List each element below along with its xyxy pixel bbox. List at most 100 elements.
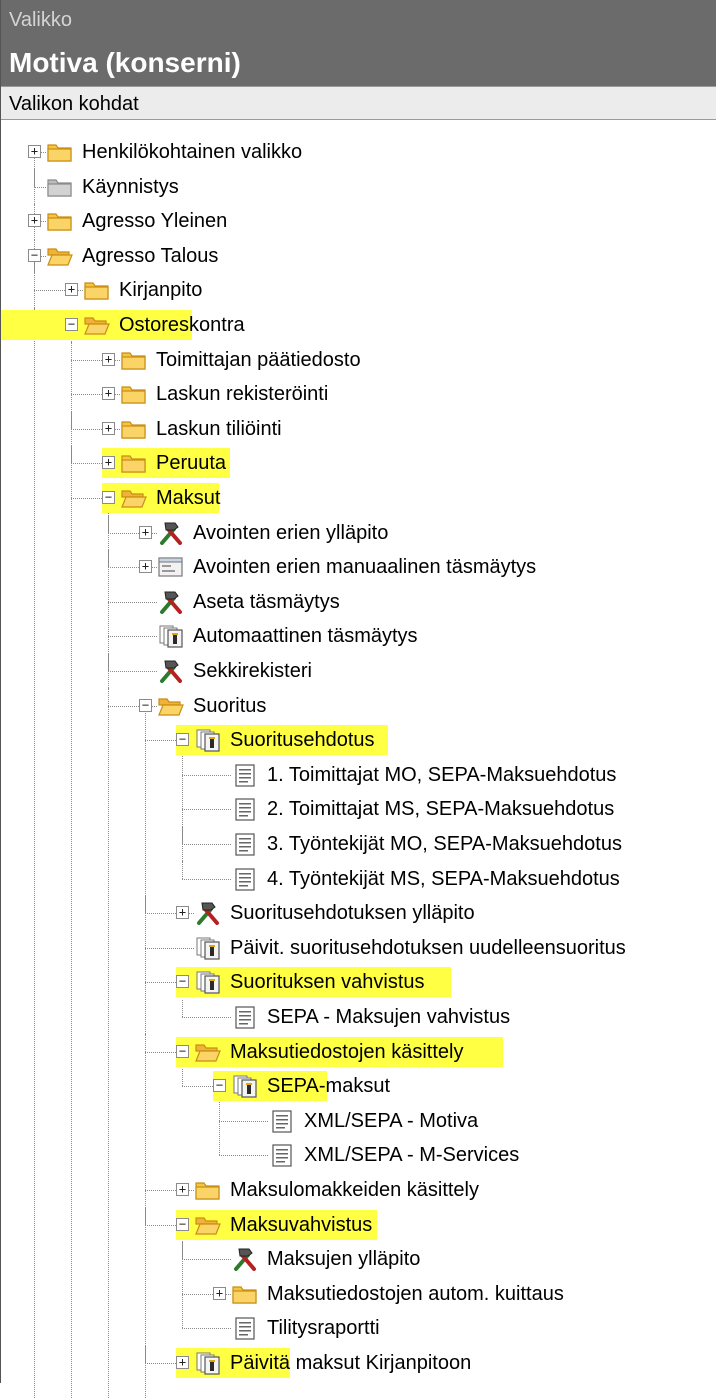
expand-toggle[interactable]: + — [102, 352, 115, 366]
folder-icon — [194, 1178, 222, 1202]
tree-node-label: Päivitä maksut Kirjanpitoon — [230, 1352, 472, 1374]
tree-node[interactable]: − SEPA-maksut — [1, 1069, 716, 1103]
tree-node-label: Maksulomakkeiden käsittely — [230, 1179, 479, 1201]
collapse-toggle[interactable]: − — [176, 1217, 189, 1231]
tree-node[interactable]: − Maksut — [1, 481, 716, 515]
tools-icon — [157, 521, 185, 545]
batch-icon — [194, 1351, 222, 1375]
folder-icon — [83, 278, 111, 302]
tree-node[interactable]: SEPA - Maksujen vahvistus — [1, 1000, 716, 1034]
tree-node[interactable]: − Maksuvahvistus — [1, 1208, 716, 1242]
tree-node[interactable]: + Maksutiedostojen autom. kuittaus — [1, 1277, 716, 1311]
collapse-toggle[interactable]: − — [102, 491, 115, 504]
batch-icon — [194, 970, 222, 994]
tree-node[interactable]: − Suoritusehdotus — [1, 723, 716, 757]
doc-icon — [231, 797, 259, 821]
tree-node[interactable]: Sekkirekisteri — [1, 654, 716, 688]
tree-node[interactable]: + Päivitä maksut Kirjanpitoon — [1, 1346, 716, 1380]
tree-node[interactable]: + Henkilökohtainen valikko — [1, 135, 716, 169]
expand-toggle[interactable]: + — [176, 1356, 189, 1369]
tree-node[interactable]: 4. Työntekijät MS, SEPA-Maksuehdotus — [1, 862, 716, 896]
expand-toggle[interactable]: + — [176, 906, 189, 920]
doc-icon — [268, 1109, 296, 1133]
collapse-toggle[interactable]: − — [28, 248, 41, 262]
tree-node-label: Kirjanpito — [119, 279, 203, 302]
tree-node[interactable]: 1. Toimittajat MO, SEPA-Maksuehdotus — [1, 758, 716, 792]
doc-icon — [231, 763, 259, 787]
tree-node-label: Maksut — [156, 487, 221, 509]
tools-icon — [194, 901, 222, 926]
expand-toggle[interactable]: + — [139, 560, 152, 574]
tree-node[interactable]: Aseta täsmäytys — [1, 585, 716, 619]
folder-icon — [46, 209, 74, 233]
tree-node[interactable]: Tilitysraportti — [1, 1311, 716, 1345]
expand-toggle[interactable]: + — [28, 145, 41, 158]
tools-icon — [231, 1247, 259, 1272]
collapse-toggle[interactable]: − — [213, 1079, 226, 1093]
tree-node[interactable]: + Avointen erien manuaalinen täsmäytys — [1, 550, 716, 584]
tree-node[interactable]: − Suorituksen vahvistus — [1, 965, 716, 999]
tree-node[interactable]: Käynnistys — [1, 170, 716, 204]
folder-icon — [46, 140, 74, 164]
expand-toggle[interactable]: + — [102, 456, 115, 470]
collapse-toggle[interactable]: − — [176, 733, 189, 747]
tree-node[interactable]: Automaattinen täsmäytys — [1, 619, 716, 653]
tree-node-label: Avointen erien ylläpito — [193, 521, 389, 544]
collapse-toggle[interactable]: − — [139, 698, 152, 712]
expand-toggle[interactable]: + — [102, 421, 115, 435]
folder-open-icon — [194, 1213, 222, 1237]
tree-node[interactable]: + Maksulomakkeiden käsittely — [1, 1173, 716, 1207]
tree-node[interactable]: + Kirjanpito — [1, 273, 716, 307]
tree-node[interactable]: − Agresso Talous — [1, 239, 716, 273]
tree-node-label: XML/SEPA - M-Services — [304, 1144, 520, 1167]
tree-node[interactable]: + Laskun tiliöinti — [1, 412, 716, 446]
tree-node-label: Agresso Talous — [82, 244, 219, 267]
tree-node[interactable]: Maksujen ylläpito — [1, 1242, 716, 1276]
folder-open-icon — [194, 1040, 222, 1064]
tree-node[interactable]: + Peruuta — [1, 446, 716, 480]
tree-node[interactable]: Päivit. suoritusehdotuksen uudelleensuor… — [1, 931, 716, 965]
tree-node-label: 3. Työntekijät MO, SEPA-Maksuehdotus — [267, 833, 622, 855]
menu-tree: + Henkilökohtainen valikko Käynnistys + Agre… — [1, 120, 716, 1398]
tree-node-label: Käynnistys — [82, 175, 179, 198]
tree-node[interactable]: 2. Toimittajat MS, SEPA-Maksuehdotus — [1, 792, 716, 826]
tree-node[interactable]: 3. Työntekijät MO, SEPA-Maksuehdotus — [1, 827, 716, 861]
folder-icon — [231, 1282, 259, 1306]
tree-node[interactable]: XML/SEPA - Motiva — [1, 1104, 716, 1138]
batch-icon — [194, 936, 222, 960]
tree-node-label: Tilitysraportti — [267, 1317, 380, 1340]
tools-icon — [157, 590, 185, 614]
batch-icon — [157, 624, 185, 648]
tree-node[interactable]: XML/SEPA - M-Services — [1, 1138, 716, 1172]
tree-node-label: Sekkirekisteri — [193, 660, 312, 682]
tree-node[interactable]: + Avointen erien ylläpito — [1, 516, 716, 550]
tree-node[interactable]: − Maksutiedostojen käsittely — [1, 1035, 716, 1069]
tree-node-label: 2. Toimittajat MS, SEPA-Maksuehdotus — [267, 798, 615, 821]
tree-node[interactable]: + Toimittajan päätiedosto — [1, 343, 716, 377]
collapse-toggle[interactable]: − — [65, 318, 78, 331]
tree-node[interactable]: − Suoritus — [1, 689, 716, 723]
tree-node[interactable]: + Agresso Yleinen — [1, 204, 716, 238]
expand-toggle[interactable]: + — [176, 1183, 189, 1196]
expand-toggle[interactable]: + — [213, 1286, 226, 1300]
folder-icon — [120, 348, 148, 372]
window-label: Valikko — [1, 0, 716, 40]
tree-node-label: Päivit. suoritusehdotuksen uudelleensuor… — [230, 936, 626, 959]
expand-toggle[interactable]: + — [139, 525, 152, 539]
collapse-toggle[interactable]: − — [176, 1044, 189, 1058]
tree-node-label: Suoritus — [193, 694, 267, 717]
tree-node[interactable]: + Suoritusehdotuksen ylläpito — [1, 896, 716, 930]
collapse-toggle[interactable]: − — [176, 975, 189, 989]
tree-node-label: Henkilökohtainen valikko — [82, 141, 303, 163]
batch-icon — [194, 728, 222, 752]
expand-toggle[interactable]: + — [28, 214, 41, 228]
tree-node-label: Maksutiedostojen autom. kuittaus — [267, 1282, 564, 1305]
doc-icon — [231, 1316, 259, 1340]
window-title: Motiva (konserni) — [1, 40, 716, 86]
tree-node[interactable]: − Ostoreskontra — [1, 308, 716, 342]
tree-node[interactable]: + Laskun rekisteröinti — [1, 377, 716, 411]
expand-toggle[interactable]: + — [65, 283, 78, 297]
tree-node-label: Toimittajan päätiedosto — [156, 348, 361, 371]
expand-toggle[interactable]: + — [102, 387, 115, 401]
batch-icon — [231, 1074, 259, 1098]
